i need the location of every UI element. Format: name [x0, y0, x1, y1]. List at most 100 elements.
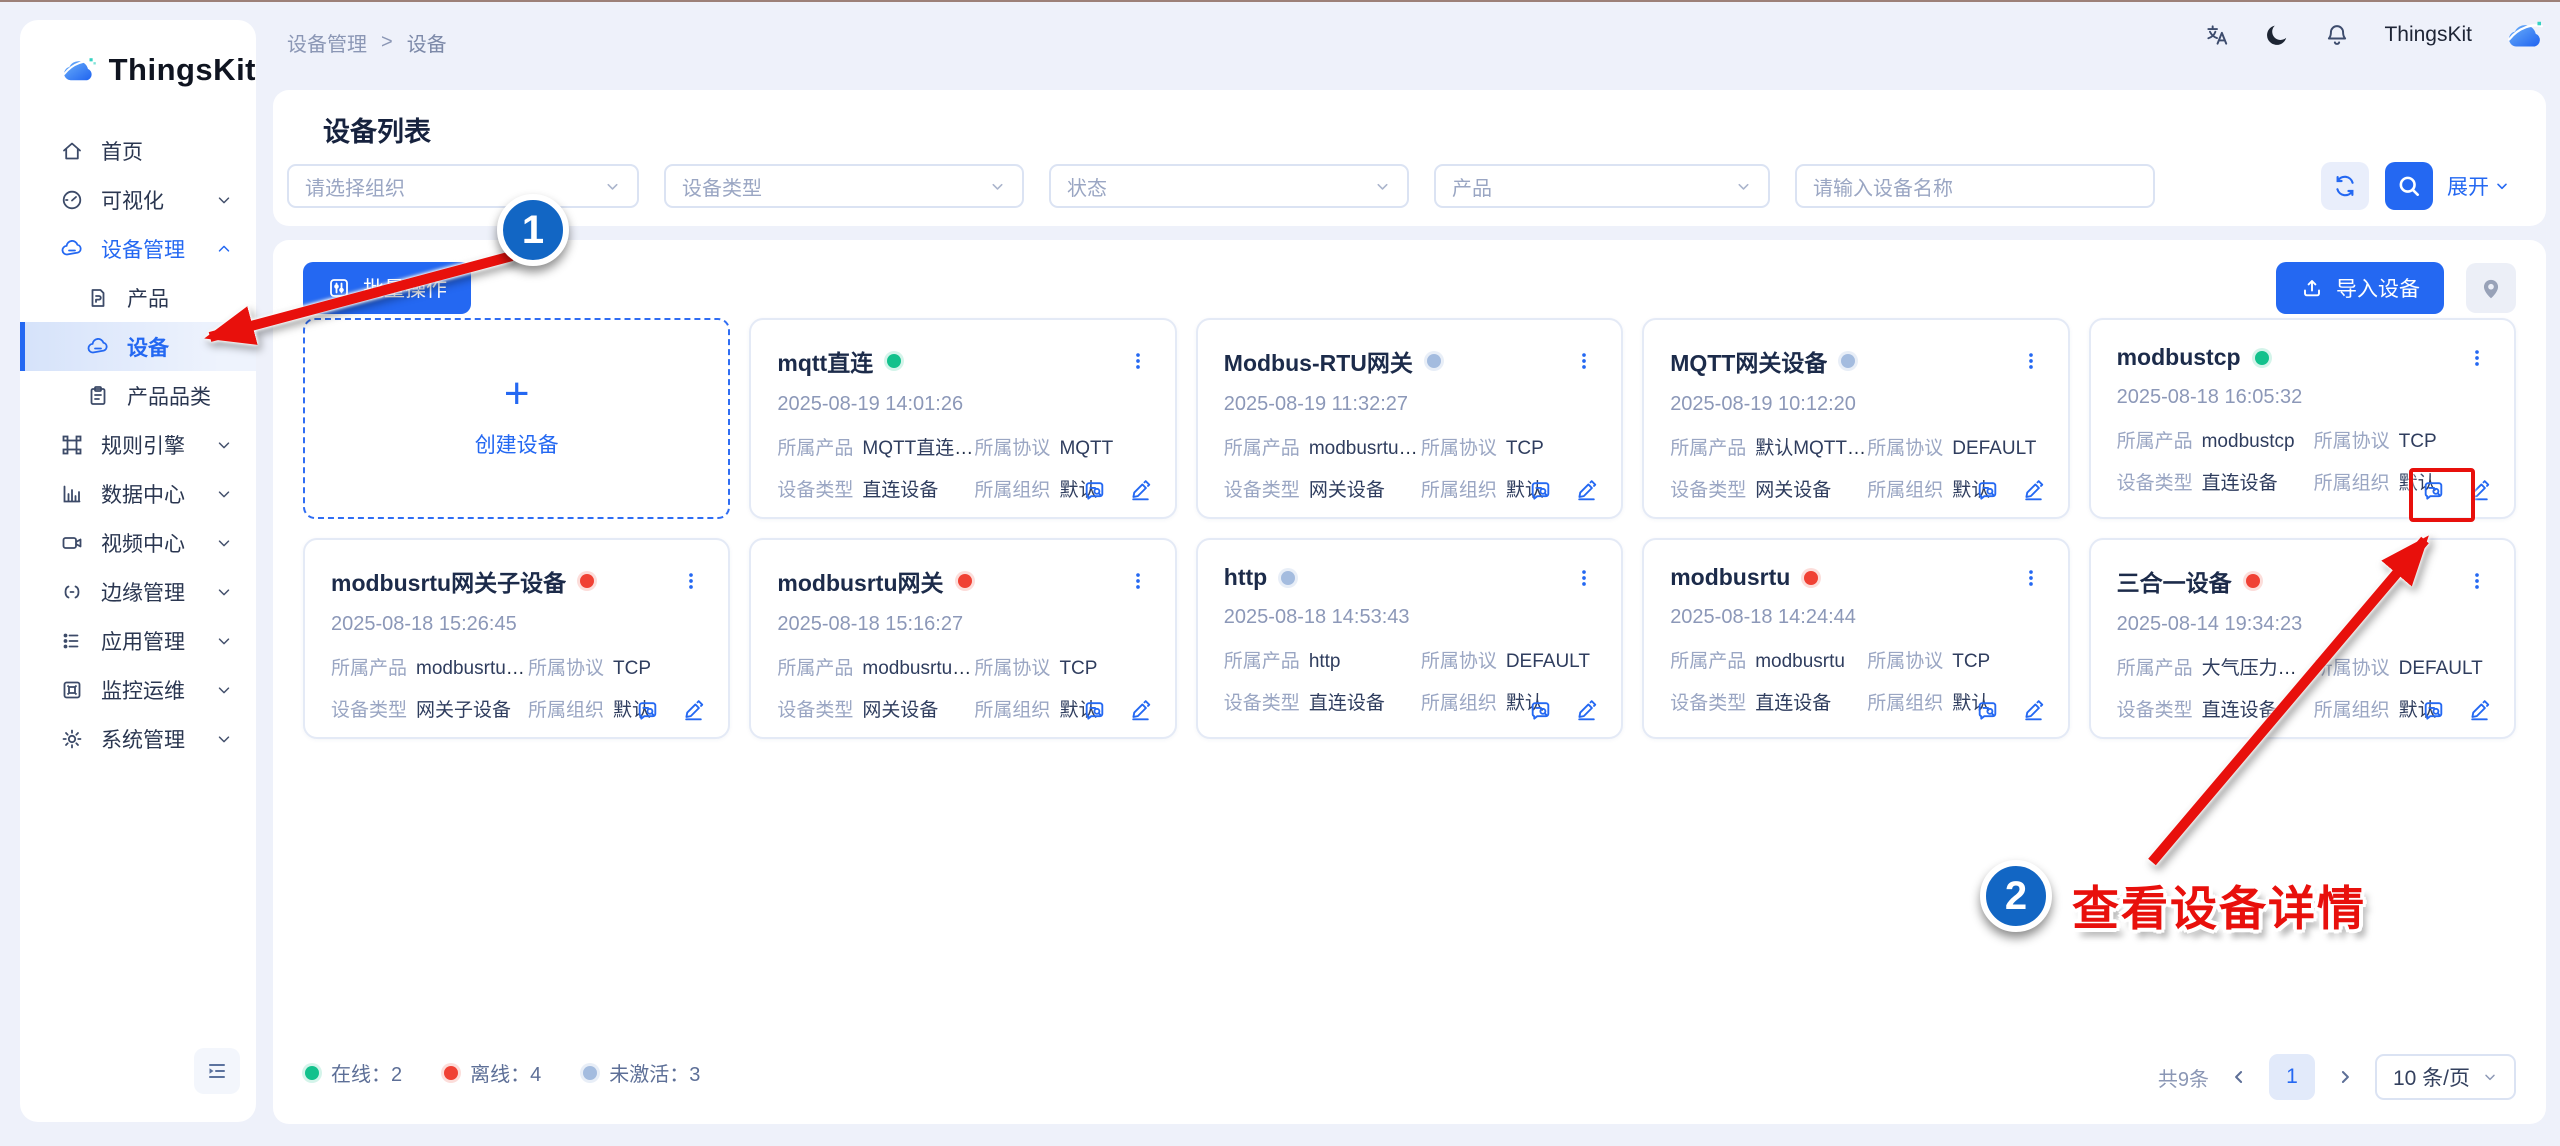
org-select[interactable]: 请选择组织 — [287, 164, 639, 208]
device-card[interactable]: modbusrtu网关 2025-08-18 15:16:27 所属产品modb… — [749, 538, 1176, 739]
sidebar-item-home[interactable]: 首页 — [20, 126, 256, 175]
product-select[interactable]: 产品 — [1434, 164, 1770, 208]
sidebar-item-data-center[interactable]: 数据中心 — [20, 469, 256, 518]
kebab-menu-icon[interactable] — [2020, 567, 2042, 589]
page-number[interactable]: 1 — [2269, 1054, 2315, 1100]
kebab-menu-icon[interactable] — [2020, 350, 2042, 372]
breadcrumb-device[interactable]: 设备 — [407, 28, 447, 57]
sidebar-collapse-button[interactable] — [194, 1048, 240, 1094]
sidebar-item-device[interactable]: 设备 — [20, 322, 256, 371]
next-page-icon[interactable] — [2335, 1067, 2355, 1087]
refresh-button[interactable] — [2321, 162, 2369, 210]
user-avatar[interactable] — [2506, 20, 2546, 50]
create-device-card[interactable]: + 创建设备 — [303, 318, 730, 519]
edit-pencil-icon[interactable] — [1128, 698, 1153, 723]
offline-dot-icon — [444, 1066, 458, 1080]
device-card[interactable]: mqtt直连 2025-08-19 14:01:26 所属产品MQTT直连产品 … — [749, 318, 1176, 519]
sidebar-item-label: 可视化 — [101, 185, 164, 215]
home-icon — [60, 139, 84, 163]
breadcrumb-device-management[interactable]: 设备管理 — [287, 28, 367, 57]
device-card[interactable]: http 2025-08-18 14:53:43 所属产品http 所属协议DE… — [1196, 538, 1623, 739]
kebab-menu-icon[interactable] — [1573, 350, 1595, 372]
sidebar-item-video-center[interactable]: 视频中心 — [20, 518, 256, 567]
prev-page-icon[interactable] — [2229, 1067, 2249, 1087]
sidebar-item-label: 设备管理 — [101, 234, 185, 264]
device-name-input[interactable]: 请输入设备名称 — [1795, 164, 2155, 208]
sidebar-item-monitoring-ops[interactable]: 监控运维 — [20, 665, 256, 714]
cloud-icon — [60, 237, 84, 261]
map-pin-icon — [2478, 275, 2504, 301]
view-detail-icon[interactable] — [1975, 698, 2000, 723]
edit-pencil-icon[interactable] — [1574, 698, 1599, 723]
device-type-label: 设备类型 — [2117, 700, 2193, 721]
org-label: 所属组织 — [1867, 480, 1943, 501]
sidebar-item-edge-management[interactable]: 边缘管理 — [20, 567, 256, 616]
kebab-menu-icon[interactable] — [1573, 567, 1595, 589]
protocol-value: TCP — [1952, 651, 1990, 672]
filter-bar: 请选择组织 设备类型 状态 产品 请输入设备名称 展开 — [287, 164, 2510, 208]
view-detail-icon[interactable] — [1975, 478, 2000, 503]
sidebar-item-label: 首页 — [101, 136, 143, 166]
notification-bell-icon[interactable] — [2324, 22, 2350, 48]
view-detail-icon[interactable] — [1082, 478, 1107, 503]
edit-pencil-icon[interactable] — [1574, 478, 1599, 503]
sidebar-item-product[interactable]: 产品 — [20, 273, 256, 322]
view-detail-icon[interactable] — [1082, 698, 1107, 723]
device-type-label: 设备类型 — [331, 700, 407, 721]
expand-filters-link[interactable]: 展开 — [2447, 171, 2510, 201]
edit-pencil-icon[interactable] — [2021, 698, 2046, 723]
status-select[interactable]: 状态 — [1049, 164, 1409, 208]
view-detail-icon[interactable] — [2421, 698, 2446, 723]
sidebar-item-product-category[interactable]: 产品品类 — [20, 371, 256, 420]
legend-inactive: 未激活：3 — [583, 1058, 700, 1087]
view-detail-icon[interactable] — [1528, 478, 1553, 503]
device-card[interactable]: modbusrtu网关子设备 2025-08-18 15:26:45 所属产品m… — [303, 538, 730, 739]
chevron-down-icon — [215, 681, 233, 699]
batch-operation-button[interactable]: 批量操作 — [303, 262, 471, 314]
sidebar-item-device-management[interactable]: 设备管理 — [20, 224, 256, 273]
kebab-menu-icon[interactable] — [1127, 350, 1149, 372]
device-card[interactable]: MQTT网关设备 2025-08-19 10:12:20 所属产品默认MQTT网… — [1642, 318, 2069, 519]
page-size-select[interactable]: 10 条/页 — [2375, 1054, 2516, 1100]
edit-pencil-icon[interactable] — [681, 698, 706, 723]
device-card[interactable]: 三合一设备 2025-08-14 19:34:23 所属产品大气压力温湿度传..… — [2089, 538, 2516, 739]
view-detail-icon[interactable] — [2421, 478, 2446, 503]
kebab-menu-icon[interactable] — [2466, 570, 2488, 592]
sidebar-item-rule-engine[interactable]: 规则引擎 — [20, 420, 256, 469]
device-card[interactable]: modbusrtu 2025-08-18 14:24:44 所属产品modbus… — [1642, 538, 2069, 739]
protocol-value: DEFAULT — [1506, 651, 1590, 672]
search-button[interactable] — [2385, 162, 2433, 210]
sidebar-item-visualization[interactable]: 可视化 — [20, 175, 256, 224]
edit-pencil-icon[interactable] — [1128, 478, 1153, 503]
batch-operation-label: 批量操作 — [363, 273, 447, 303]
chevron-down-icon — [1374, 178, 1391, 195]
language-translate-icon[interactable] — [2204, 22, 2230, 48]
sidebar-item-system-management[interactable]: 系统管理 — [20, 714, 256, 763]
kebab-menu-icon[interactable] — [680, 570, 702, 592]
dark-mode-moon-icon[interactable] — [2264, 22, 2290, 48]
protocol-label: 所属协议 — [974, 658, 1050, 679]
product-value: modbustcp — [2202, 431, 2295, 452]
username[interactable]: ThingsKit — [2384, 23, 2472, 47]
kebab-menu-icon[interactable] — [2466, 347, 2488, 369]
edit-pencil-icon[interactable] — [2467, 478, 2492, 503]
upload-icon — [2300, 276, 2324, 300]
sidebar-item-app-management[interactable]: 应用管理 — [20, 616, 256, 665]
chevron-up-icon — [215, 240, 233, 258]
device-type-select[interactable]: 设备类型 — [664, 164, 1024, 208]
view-detail-icon[interactable] — [1528, 698, 1553, 723]
view-detail-icon[interactable] — [635, 698, 660, 723]
total-count: 共9条 — [2158, 1063, 2209, 1092]
protocol-label: 所属协议 — [1421, 651, 1497, 672]
protocol-value: TCP — [613, 658, 651, 679]
kebab-menu-icon[interactable] — [1127, 570, 1149, 592]
import-device-button[interactable]: 导入设备 — [2276, 262, 2444, 314]
device-card[interactable]: modbustcp 2025-08-18 16:05:32 所属产品modbus… — [2089, 318, 2516, 519]
map-view-button[interactable] — [2466, 263, 2516, 313]
product-value: 大气压力温湿度传... — [2202, 658, 2314, 679]
product-label: 所属产品 — [2117, 658, 2193, 679]
sidebar: ThingsKit 首页 可视化 设备管理 产品 设备 产品品类 — [20, 20, 256, 1122]
edit-pencil-icon[interactable] — [2467, 698, 2492, 723]
device-card[interactable]: Modbus-RTU网关 2025-08-19 11:32:27 所属产品mod… — [1196, 318, 1623, 519]
edit-pencil-icon[interactable] — [2021, 478, 2046, 503]
